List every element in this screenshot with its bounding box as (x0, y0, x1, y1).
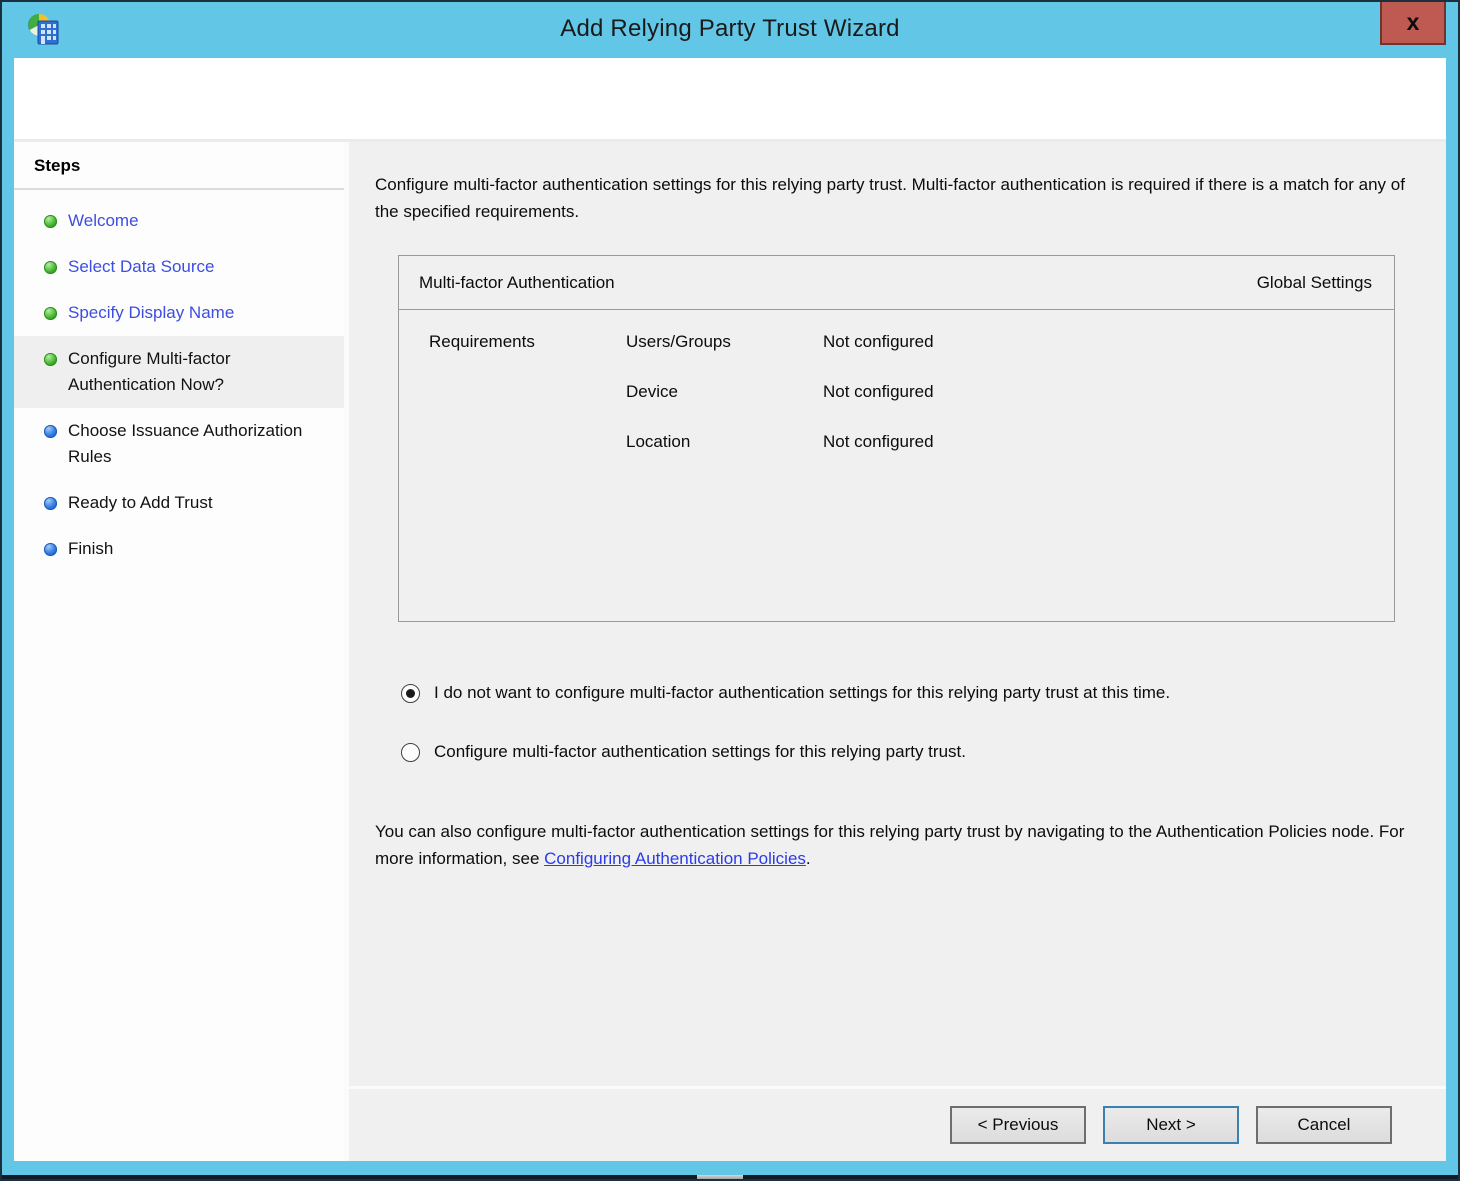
sidebar-step-ready-to-add: Ready to Add Trust (14, 480, 344, 526)
sidebar-step-issuance-rules: Choose Issuance Authorization Rules (14, 408, 344, 480)
completed-step-icon (44, 307, 57, 320)
requirement-value: Not configured (823, 332, 1394, 382)
footer-text-period: . (806, 849, 811, 868)
cancel-button[interactable]: Cancel (1256, 1106, 1392, 1144)
wizard-button-bar: < Previous Next > Cancel (349, 1086, 1446, 1161)
requirement-name: Location (626, 432, 823, 482)
upcoming-step-icon (44, 425, 57, 438)
window-title: Add Relying Party Trust Wizard (0, 15, 1460, 43)
requirement-name: Users/Groups (626, 332, 823, 382)
configuring-auth-policies-link[interactable]: Configuring Authentication Policies (544, 849, 806, 868)
sidebar-step-select-data-source[interactable]: Select Data Source (14, 244, 344, 290)
previous-button[interactable]: < Previous (950, 1106, 1086, 1144)
sidebar-step-welcome[interactable]: Welcome (14, 198, 344, 244)
steps-list: Welcome Select Data Source Specify Displ… (14, 190, 344, 572)
wizard-dialog: Steps Welcome Select Data Source Specify… (14, 58, 1446, 1161)
global-settings-label: Global Settings (1257, 273, 1372, 293)
steps-heading: Steps (34, 156, 344, 176)
radio-configure-mfa[interactable]: Configure multi-factor authentication se… (401, 741, 1420, 763)
requirement-name: Device (626, 382, 823, 432)
mfa-settings-table: Multi-factor Authentication Global Setti… (398, 255, 1395, 622)
spacer-cell (429, 432, 626, 482)
footer-text: You can also configure multi-factor auth… (375, 822, 1404, 868)
sidebar-step-finish: Finish (14, 526, 344, 572)
next-button[interactable]: Next > (1103, 1106, 1239, 1144)
close-icon: x (1407, 9, 1420, 36)
completed-step-icon (44, 215, 57, 228)
sidebar-step-configure-mfa: Configure Multi-factor Authentication No… (14, 336, 344, 408)
mfa-choice-group: I do not want to configure multi-factor … (375, 682, 1420, 763)
taskbar-peek (697, 1175, 743, 1181)
upcoming-step-icon (44, 497, 57, 510)
radio-button-icon[interactable] (401, 743, 420, 762)
wizard-header-band (14, 58, 1446, 142)
adfs-app-icon (26, 12, 62, 46)
upcoming-step-icon (44, 543, 57, 556)
requirement-value: Not configured (823, 382, 1394, 432)
requirement-value: Not configured (823, 432, 1394, 482)
wizard-window: Add Relying Party Trust Wizard x Steps W… (0, 0, 1460, 1181)
spacer-cell (429, 382, 626, 432)
title-bar: Add Relying Party Trust Wizard x (0, 0, 1460, 58)
mfa-table-header: Multi-factor Authentication Global Setti… (399, 256, 1394, 310)
completed-step-icon (44, 261, 57, 274)
step-content: Configure multi-factor authentication se… (349, 142, 1446, 1086)
footer-note: You can also configure multi-factor auth… (375, 818, 1420, 872)
current-step-icon (44, 353, 57, 366)
requirements-label: Requirements (429, 332, 626, 382)
sidebar-step-specify-display-name[interactable]: Specify Display Name (14, 290, 344, 336)
radio-skip-mfa[interactable]: I do not want to configure multi-factor … (401, 682, 1420, 704)
close-button[interactable]: x (1380, 0, 1446, 45)
mfa-table-title: Multi-factor Authentication (419, 273, 615, 293)
radio-button-icon[interactable] (401, 684, 420, 703)
intro-text: Configure multi-factor authentication se… (375, 142, 1420, 225)
steps-sidebar: Steps Welcome Select Data Source Specify… (14, 142, 344, 1161)
mfa-table-body: Requirements Users/Groups Not configured… (399, 310, 1394, 482)
main-pane: Configure multi-factor authentication se… (349, 142, 1446, 1161)
